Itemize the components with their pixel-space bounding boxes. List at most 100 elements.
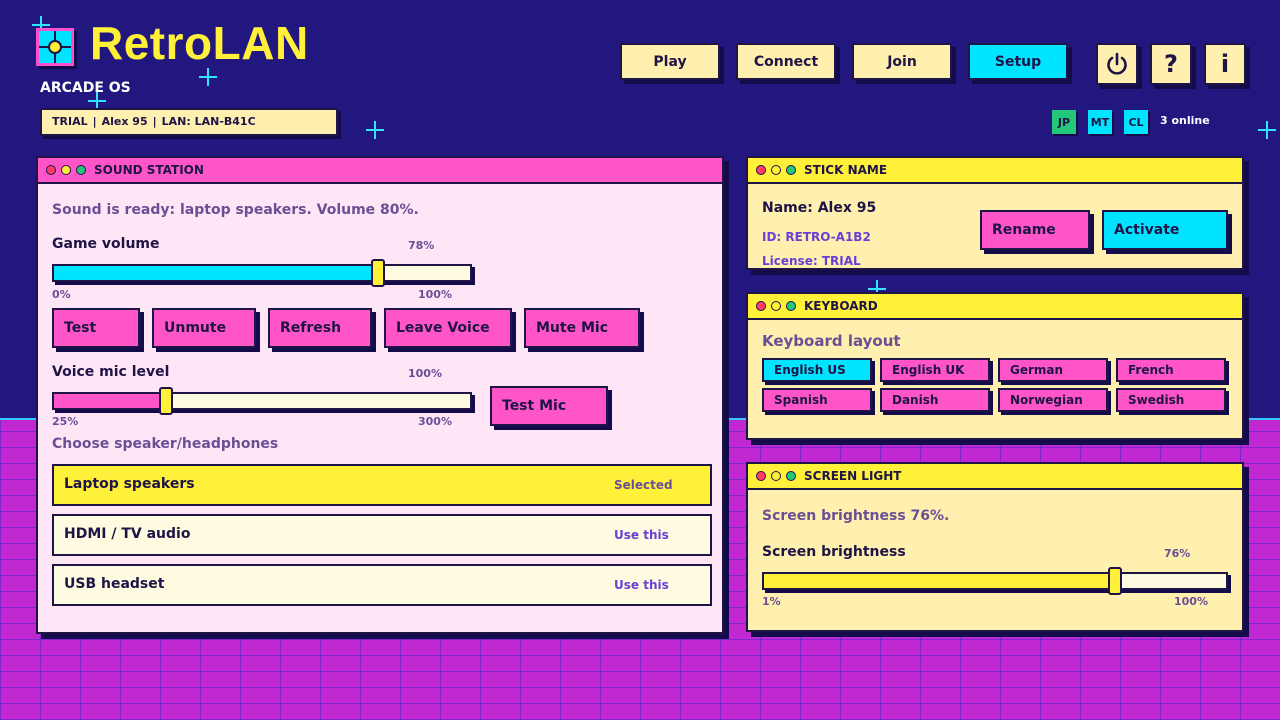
window-close-dot bbox=[756, 301, 766, 311]
nav-setup-button[interactable]: Setup bbox=[968, 43, 1068, 80]
sound-station-panel: SOUND STATION Sound is ready: laptop spe… bbox=[36, 156, 724, 634]
game-volume-thumb[interactable] bbox=[371, 259, 385, 287]
unmute-button[interactable]: Unmute bbox=[152, 308, 256, 348]
window-close-dot bbox=[756, 471, 766, 481]
mic-level-value: 100% bbox=[408, 367, 442, 380]
game-volume-slider[interactable] bbox=[52, 264, 472, 282]
use-this-link[interactable]: Use this bbox=[614, 578, 669, 592]
device-name: Laptop speakers bbox=[64, 476, 195, 492]
window-minimize-dot bbox=[771, 301, 781, 311]
keyboard-panel: KEYBOARD Keyboard layout English US Engl… bbox=[746, 292, 1244, 440]
layout-option-french[interactable]: French bbox=[1116, 358, 1226, 382]
layout-option-danish[interactable]: Danish bbox=[880, 388, 990, 412]
layout-option-english-us[interactable]: English US bbox=[762, 358, 872, 382]
brightness-thumb[interactable] bbox=[1108, 567, 1122, 595]
online-user-badge[interactable]: JP bbox=[1052, 110, 1076, 134]
device-chooser-label: Choose speaker/headphones bbox=[52, 436, 279, 452]
nav-connect-button[interactable]: Connect bbox=[736, 43, 836, 80]
slider-fill bbox=[764, 574, 1115, 588]
device-row-laptop-speakers[interactable]: Laptop speakers Selected bbox=[52, 464, 712, 506]
activate-button[interactable]: Activate bbox=[1102, 210, 1228, 250]
online-user-badge[interactable]: CL bbox=[1124, 110, 1148, 134]
sparkle-decoration bbox=[199, 68, 217, 86]
mute-mic-button[interactable]: Mute Mic bbox=[524, 308, 640, 348]
sound-status-text: Sound is ready: laptop speakers. Volume … bbox=[52, 202, 419, 218]
leave-voice-button[interactable]: Leave Voice bbox=[384, 308, 512, 348]
info-icon: i bbox=[1220, 50, 1230, 78]
user-name: Alex 95 bbox=[101, 115, 148, 128]
slider-max-label: 300% bbox=[418, 415, 452, 428]
device-name: HDMI / TV audio bbox=[64, 526, 191, 542]
layout-option-norwegian[interactable]: Norwegian bbox=[998, 388, 1108, 412]
layout-option-german[interactable]: German bbox=[998, 358, 1108, 382]
game-volume-label: Game volume bbox=[52, 236, 160, 252]
mic-level-label: Voice mic level bbox=[52, 364, 170, 380]
power-button[interactable] bbox=[1096, 43, 1138, 85]
sparkle-decoration bbox=[366, 121, 384, 139]
power-icon bbox=[1107, 52, 1127, 75]
slider-max-label: 100% bbox=[418, 288, 452, 301]
device-row-hdmi-tv-audio[interactable]: HDMI / TV audio Use this bbox=[52, 514, 712, 556]
stick-name-text: Name: Alex 95 bbox=[762, 200, 877, 216]
slider-min-label: 1% bbox=[762, 595, 781, 608]
lan-id: LAN: LAN-B41C bbox=[161, 115, 256, 128]
layout-option-spanish[interactable]: Spanish bbox=[762, 388, 872, 412]
brightness-value: 76% bbox=[1164, 547, 1191, 560]
keyboard-layout-label: Keyboard layout bbox=[762, 332, 901, 350]
brightness-slider[interactable] bbox=[762, 572, 1228, 590]
app-subtitle: ARCADE OS bbox=[40, 80, 131, 96]
window-minimize-dot bbox=[61, 165, 71, 175]
window-close-dot bbox=[46, 165, 56, 175]
panel-header: SCREEN LIGHT bbox=[748, 464, 1242, 490]
panel-title: KEYBOARD bbox=[804, 299, 878, 313]
nav-join-button[interactable]: Join bbox=[852, 43, 952, 80]
panel-title: SOUND STATION bbox=[94, 163, 204, 177]
slider-fill bbox=[54, 394, 166, 408]
slider-fill bbox=[54, 266, 378, 280]
panel-title: SCREEN LIGHT bbox=[804, 469, 902, 483]
device-selected-status: Selected bbox=[614, 478, 673, 492]
window-maximize-dot bbox=[786, 301, 796, 311]
window-maximize-dot bbox=[786, 471, 796, 481]
online-count: 3 online bbox=[1160, 114, 1210, 127]
refresh-button[interactable]: Refresh bbox=[268, 308, 372, 348]
window-maximize-dot bbox=[786, 165, 796, 175]
help-button[interactable]: ? bbox=[1150, 43, 1192, 85]
window-close-dot bbox=[756, 165, 766, 175]
sparkle-decoration bbox=[1258, 121, 1276, 139]
logo-icon bbox=[36, 28, 74, 66]
use-this-link[interactable]: Use this bbox=[614, 528, 669, 542]
online-user-badge[interactable]: MT bbox=[1088, 110, 1112, 134]
device-row-usb-headset[interactable]: USB headset Use this bbox=[52, 564, 712, 606]
slider-max-label: 100% bbox=[1174, 595, 1208, 608]
app-title: RetroLAN bbox=[90, 17, 309, 69]
rename-button[interactable]: Rename bbox=[980, 210, 1090, 250]
stick-id-text: ID: RETRO-A1B2 bbox=[762, 230, 871, 244]
window-maximize-dot bbox=[76, 165, 86, 175]
window-minimize-dot bbox=[771, 471, 781, 481]
slider-min-label: 0% bbox=[52, 288, 71, 301]
license-text: License: TRIAL bbox=[762, 254, 861, 268]
panel-header: KEYBOARD bbox=[748, 294, 1242, 320]
test-sound-button[interactable]: Test bbox=[52, 308, 140, 348]
info-button[interactable]: i bbox=[1204, 43, 1246, 85]
mic-level-slider[interactable] bbox=[52, 392, 472, 410]
device-name: USB headset bbox=[64, 576, 165, 592]
panel-header: SOUND STATION bbox=[38, 158, 722, 184]
slider-min-label: 25% bbox=[52, 415, 79, 428]
stick-name-panel: STICK NAME Name: Alex 95 ID: RETRO-A1B2 … bbox=[746, 156, 1244, 270]
mic-level-thumb[interactable] bbox=[159, 387, 173, 415]
session-status-bar: TRIAL | Alex 95 | LAN: LAN-B41C bbox=[40, 108, 338, 136]
screen-light-panel: SCREEN LIGHT Screen brightness 76%. Scre… bbox=[746, 462, 1244, 632]
test-mic-button[interactable]: Test Mic bbox=[490, 386, 608, 426]
game-volume-value: 78% bbox=[408, 239, 435, 252]
panel-title: STICK NAME bbox=[804, 163, 888, 177]
layout-option-swedish[interactable]: Swedish bbox=[1116, 388, 1226, 412]
brightness-status-text: Screen brightness 76%. bbox=[762, 508, 950, 524]
window-minimize-dot bbox=[771, 165, 781, 175]
brightness-label: Screen brightness bbox=[762, 544, 906, 560]
help-icon: ? bbox=[1164, 50, 1178, 78]
license-mode: TRIAL bbox=[52, 115, 88, 128]
nav-play-button[interactable]: Play bbox=[620, 43, 720, 80]
layout-option-english-uk[interactable]: English UK bbox=[880, 358, 990, 382]
